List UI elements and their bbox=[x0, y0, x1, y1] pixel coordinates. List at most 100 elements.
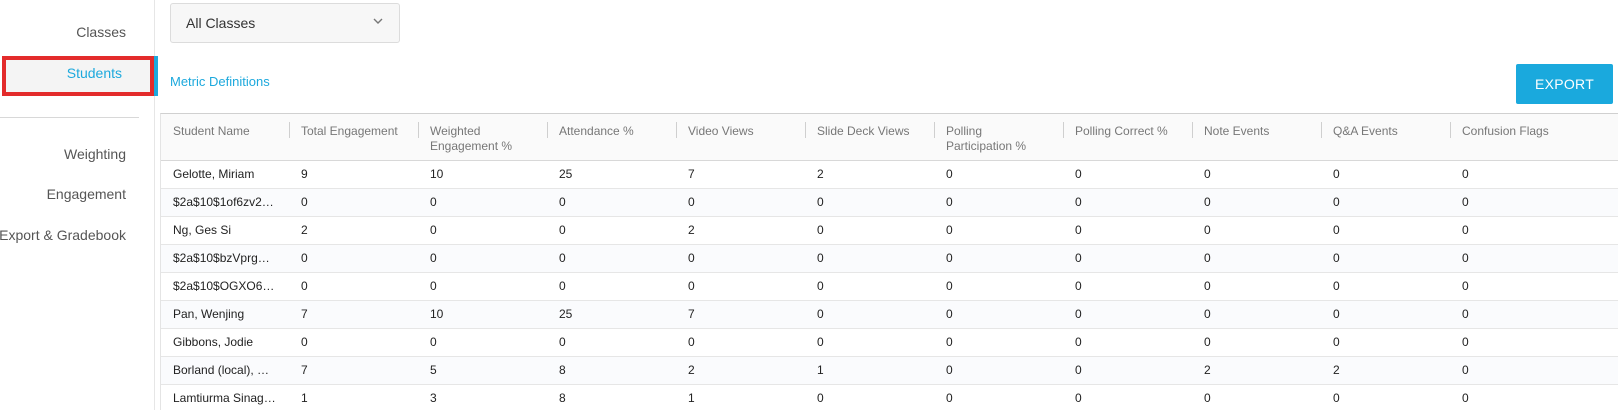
metric-cell: 0 bbox=[418, 328, 547, 357]
column-header-total-engagement[interactable]: Total Engagement bbox=[289, 114, 418, 161]
metric-definitions-link[interactable]: Metric Definitions bbox=[170, 74, 270, 89]
metric-cell: 0 bbox=[934, 356, 1063, 385]
column-header-weighted-engagement[interactable]: Weighted Engagement % bbox=[418, 114, 547, 161]
table-header-row: Student Name Total Engagement Weighted E… bbox=[161, 114, 1618, 161]
student-name-cell: $2a$10$OGXO6B... bbox=[161, 272, 289, 301]
metric-cell: 25 bbox=[547, 300, 676, 329]
metric-cell: 0 bbox=[1450, 272, 1618, 301]
metric-cell: 0 bbox=[1063, 356, 1192, 385]
metric-cell: 7 bbox=[676, 300, 805, 329]
metric-cell: 0 bbox=[676, 188, 805, 217]
table-row[interactable]: $2a$10$bzVprgSO... 0 0 0 0 0 0 0 0 0 0 bbox=[161, 244, 1618, 273]
metric-cell: 0 bbox=[1321, 216, 1450, 245]
metric-cell: 0 bbox=[1450, 216, 1618, 245]
metric-cell: 2 bbox=[1192, 356, 1321, 385]
metric-cell: 9 bbox=[289, 160, 418, 189]
sidebar-item-engagement[interactable]: Engagement bbox=[47, 186, 126, 202]
sidebar-item-classes[interactable]: Classes bbox=[76, 24, 126, 40]
table-row[interactable]: $2a$10$OGXO6B... 0 0 0 0 0 0 0 0 0 0 bbox=[161, 272, 1618, 301]
table-row[interactable]: Gelotte, Miriam 9 10 25 7 2 0 0 0 0 0 bbox=[161, 160, 1618, 189]
column-header-polling-correct[interactable]: Polling Correct % bbox=[1063, 114, 1192, 161]
column-header-slide-deck-views[interactable]: Slide Deck Views bbox=[805, 114, 934, 161]
column-header-polling-participation[interactable]: Polling Participation % bbox=[934, 114, 1063, 161]
class-filter-dropdown[interactable]: All Classes bbox=[170, 3, 400, 43]
metric-cell: 0 bbox=[1321, 300, 1450, 329]
metric-cell: 0 bbox=[547, 188, 676, 217]
metric-cell: 0 bbox=[418, 272, 547, 301]
metric-cell: 0 bbox=[1063, 328, 1192, 357]
sidebar-item-weighting[interactable]: Weighting bbox=[64, 146, 126, 162]
metric-cell: 7 bbox=[676, 160, 805, 189]
export-button[interactable]: EXPORT bbox=[1516, 64, 1613, 104]
metric-cell: 0 bbox=[1450, 188, 1618, 217]
column-header-attendance[interactable]: Attendance % bbox=[547, 114, 676, 161]
metric-cell: 0 bbox=[1192, 188, 1321, 217]
table-row[interactable]: Ng, Ges Si 2 0 0 2 0 0 0 0 0 0 bbox=[161, 216, 1618, 245]
metric-cell: 0 bbox=[1192, 328, 1321, 357]
metric-cell: 0 bbox=[1063, 216, 1192, 245]
metric-cell: 0 bbox=[1321, 328, 1450, 357]
metric-cell: 0 bbox=[1192, 300, 1321, 329]
active-nav-indicator bbox=[154, 56, 158, 96]
metric-cell: 0 bbox=[1063, 300, 1192, 329]
metric-cell: 0 bbox=[805, 216, 934, 245]
students-table-container[interactable]: Student Name Total Engagement Weighted E… bbox=[160, 113, 1618, 410]
metric-cell: 1 bbox=[805, 356, 934, 385]
metric-cell: 0 bbox=[1063, 244, 1192, 273]
column-header-student-name[interactable]: Student Name bbox=[161, 114, 289, 161]
student-name-cell: Ng, Ges Si bbox=[161, 216, 289, 245]
column-header-confusion-flags[interactable]: Confusion Flags bbox=[1450, 114, 1618, 161]
student-name-cell: Gelotte, Miriam bbox=[161, 160, 289, 189]
metric-cell: 0 bbox=[676, 244, 805, 273]
metric-cell: 0 bbox=[1450, 356, 1618, 385]
column-header-note-events[interactable]: Note Events bbox=[1192, 114, 1321, 161]
metric-cell: 0 bbox=[805, 188, 934, 217]
metric-cell: 0 bbox=[805, 244, 934, 273]
metric-cell: 0 bbox=[934, 244, 1063, 273]
metric-cell: 0 bbox=[1450, 160, 1618, 189]
metric-cell: 0 bbox=[934, 328, 1063, 357]
metric-cell: 0 bbox=[805, 300, 934, 329]
metric-cell: 3 bbox=[418, 384, 547, 410]
table-row[interactable]: Gibbons, Jodie 0 0 0 0 0 0 0 0 0 0 bbox=[161, 328, 1618, 357]
table-row[interactable]: Pan, Wenjing 7 10 25 7 0 0 0 0 0 0 bbox=[161, 300, 1618, 329]
sidebar-item-export-gradebook[interactable]: Export & Gradebook bbox=[0, 227, 126, 243]
metric-cell: 0 bbox=[1192, 160, 1321, 189]
metric-cell: 0 bbox=[1192, 216, 1321, 245]
metric-cell: 2 bbox=[289, 216, 418, 245]
metric-cell: 0 bbox=[1321, 272, 1450, 301]
sidebar-divider bbox=[0, 117, 139, 118]
metric-cell: 0 bbox=[289, 328, 418, 357]
table-row[interactable]: Borland (local), Ro... 7 5 8 2 1 0 0 2 2 0 bbox=[161, 356, 1618, 385]
column-header-video-views[interactable]: Video Views bbox=[676, 114, 805, 161]
metric-cell: 0 bbox=[676, 328, 805, 357]
table-row[interactable]: $2a$10$1of6zv2G... 0 0 0 0 0 0 0 0 0 0 bbox=[161, 188, 1618, 217]
sidebar-item-students[interactable]: Students bbox=[67, 65, 122, 81]
metric-cell: 1 bbox=[289, 384, 418, 410]
student-name-cell: $2a$10$1of6zv2G... bbox=[161, 188, 289, 217]
metric-cell: 10 bbox=[418, 160, 547, 189]
metric-cell: 0 bbox=[805, 272, 934, 301]
metric-cell: 8 bbox=[547, 384, 676, 410]
metric-cell: 0 bbox=[805, 384, 934, 410]
metric-cell: 0 bbox=[547, 244, 676, 273]
metric-cell: 0 bbox=[805, 328, 934, 357]
metric-cell: 0 bbox=[418, 216, 547, 245]
chevron-down-icon bbox=[373, 18, 383, 24]
metric-cell: 0 bbox=[1450, 300, 1618, 329]
metric-cell: 0 bbox=[1321, 244, 1450, 273]
metric-cell: 0 bbox=[1321, 188, 1450, 217]
metric-cell: 0 bbox=[934, 160, 1063, 189]
metric-cell: 2 bbox=[1321, 356, 1450, 385]
metric-cell: 10 bbox=[418, 300, 547, 329]
student-name-cell: Borland (local), Ro... bbox=[161, 356, 289, 385]
metric-cell: 0 bbox=[418, 244, 547, 273]
student-name-cell: Pan, Wenjing bbox=[161, 300, 289, 329]
column-header-qa-events[interactable]: Q&A Events bbox=[1321, 114, 1450, 161]
metric-cell: 25 bbox=[547, 160, 676, 189]
metric-cell: 0 bbox=[934, 188, 1063, 217]
metric-cell: 2 bbox=[676, 356, 805, 385]
table-row[interactable]: Lamtiurma Sinaga,... 1 3 8 1 0 0 0 0 0 0 bbox=[161, 384, 1618, 410]
metric-cell: 0 bbox=[934, 216, 1063, 245]
metric-cell: 5 bbox=[418, 356, 547, 385]
